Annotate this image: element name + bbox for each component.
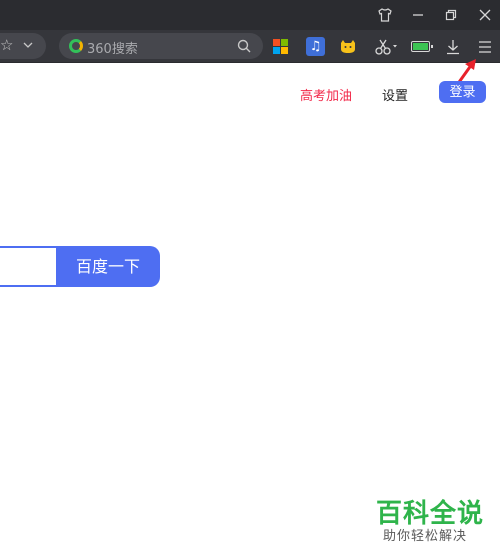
download-icon[interactable] — [442, 36, 464, 58]
login-button[interactable]: 登录 — [439, 81, 486, 103]
360-logo-icon — [69, 39, 83, 53]
settings-link[interactable]: 设置 — [382, 85, 408, 104]
shirt-icon[interactable] — [374, 4, 396, 26]
watermark-subtitle: 助你轻松解决 — [383, 529, 468, 544]
search-input[interactable] — [0, 246, 58, 287]
gaokao-link[interactable]: 高考加油 — [300, 85, 352, 104]
chevron-down-icon[interactable] — [22, 36, 34, 54]
address-bar-fragment[interactable]: ☆ — [0, 33, 46, 59]
search-icon[interactable] — [237, 37, 251, 57]
title-bar — [0, 0, 500, 30]
cat-icon[interactable] — [337, 36, 359, 58]
windows-grid-icon[interactable] — [273, 39, 289, 55]
battery-icon[interactable] — [411, 41, 433, 52]
browser-toolbar: ☆ 360搜索 ♫ — [0, 30, 500, 63]
music-icon[interactable]: ♫ — [306, 37, 325, 56]
search-engine-placeholder: 360搜索 — [87, 42, 138, 57]
close-icon[interactable] — [474, 4, 496, 26]
restore-icon[interactable] — [440, 4, 462, 26]
star-icon[interactable]: ☆ — [0, 36, 13, 54]
menu-icon[interactable] — [474, 36, 496, 58]
scissors-icon[interactable] — [372, 36, 402, 58]
minimize-icon[interactable] — [407, 4, 429, 26]
search-engine-box[interactable]: 360搜索 — [59, 33, 263, 59]
search-button[interactable]: 百度一下 — [56, 246, 160, 287]
